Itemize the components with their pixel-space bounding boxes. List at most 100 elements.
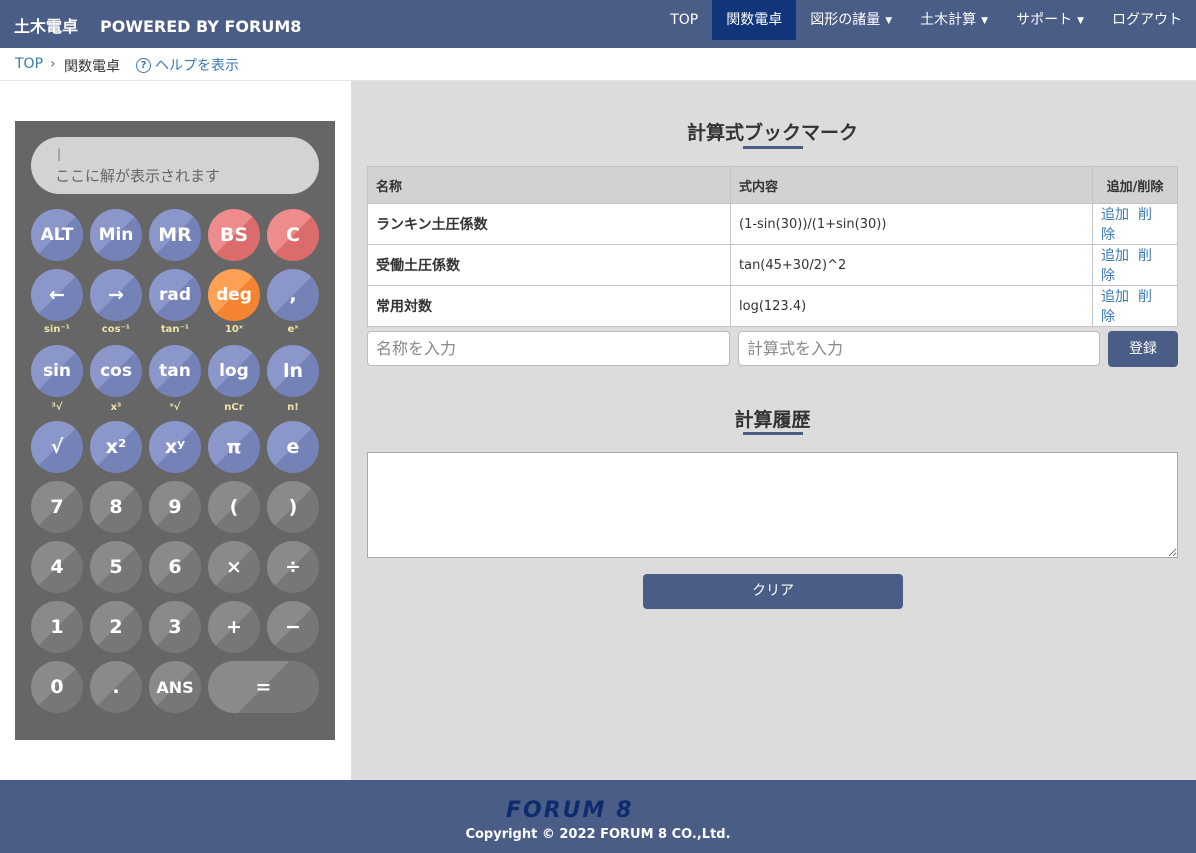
divide-key[interactable]: ÷ [267, 541, 319, 593]
add-link[interactable]: 追加 [1101, 289, 1129, 305]
bookmark-actions: 追加 削除 [1092, 285, 1178, 327]
power-key[interactable]: xʸ [149, 421, 201, 473]
bookmark-name-input[interactable] [367, 331, 730, 366]
bookmark-expression: (1-sin(30))/(1+sin(30)) [730, 203, 1093, 245]
nav-support-label: サポート [1016, 12, 1073, 28]
copyright: Copyright © 2022 FORUM 8 CO.,Ltd. [465, 827, 731, 842]
sin-key[interactable]: sin [31, 345, 83, 397]
sqrt-key[interactable]: √ [31, 421, 83, 473]
digit-1-key[interactable]: 1 [31, 601, 83, 653]
display-placeholder: ここに解が表示されます [55, 167, 221, 185]
breadcrumb-home[interactable]: TOP [15, 56, 43, 72]
digit-7-key[interactable]: 7 [31, 481, 83, 533]
table-row: 受働土圧係数 tan(45+30/2)^2 追加 削除 [367, 244, 1178, 286]
nav-logout[interactable]: ログアウト [1098, 0, 1196, 40]
nav-menu: TOP 関数電卓 図形の諸量 ▼ 土木計算 ▼ サポート ▼ ログアウト [656, 0, 1196, 40]
pi-key[interactable]: π [208, 421, 260, 473]
nav-civil-calc-label: 土木計算 [920, 12, 977, 28]
close-paren-key[interactable]: ) [267, 481, 319, 533]
digit-4-key[interactable]: 4 [31, 541, 83, 593]
rad-key[interactable]: rad [149, 269, 201, 321]
open-paren-key[interactable]: ( [208, 481, 260, 533]
clear-key[interactable]: C [267, 209, 319, 261]
digit-5-key[interactable]: 5 [90, 541, 142, 593]
bookmark-table-header: 名称 式内容 追加/削除 [367, 166, 1178, 204]
alt-function-label: n! [287, 402, 299, 413]
alt-function-label: tan⁻¹ [160, 324, 190, 335]
digit-0-key[interactable]: 0 [31, 661, 83, 713]
nav-top[interactable]: TOP [656, 0, 712, 40]
nav-shape-properties[interactable]: 図形の諸量 ▼ [796, 0, 906, 40]
caret-down-icon: ▼ [981, 16, 989, 26]
nav-civil-calc[interactable]: 土木計算 ▼ [906, 0, 1002, 40]
bookmark-expression: tan(45+30/2)^2 [730, 244, 1093, 286]
bookmark-expression-input[interactable] [738, 331, 1100, 366]
help-link-label: ヘルプを表示 [155, 58, 239, 74]
question-circle-icon: ? [136, 57, 151, 73]
cos-key[interactable]: cos [90, 345, 142, 397]
alt-function-label: eˣ [287, 324, 299, 335]
plus-key[interactable]: + [208, 601, 260, 653]
tan-key[interactable]: tan [149, 345, 201, 397]
help-link[interactable]: ? ヘルプを表示 [136, 55, 239, 75]
bookmark-name: 受働土圧係数 [367, 244, 731, 286]
square-key[interactable]: x² [90, 421, 142, 473]
memory-recall-key[interactable]: MR [149, 209, 201, 261]
cursor-right-key[interactable]: → [90, 269, 142, 321]
nav-shape-properties-label: 図形の諸量 [810, 12, 881, 28]
log-key[interactable]: log [208, 345, 260, 397]
equals-key[interactable]: = [208, 661, 319, 713]
e-key[interactable]: e [267, 421, 319, 473]
register-button[interactable]: 登録 [1108, 331, 1178, 367]
col-expression: 式内容 [730, 166, 1093, 204]
decimal-key[interactable]: . [90, 661, 142, 713]
footer: FORUM 8 Copyright © 2022 FORUM 8 CO.,Ltd… [0, 780, 1196, 853]
top-navbar: 土木電卓 POWERED BY FORUM8 TOP 関数電卓 図形の諸量 ▼ 土木… [0, 0, 1196, 48]
alt-function-label: cos⁻¹ [101, 324, 131, 335]
add-link[interactable]: 追加 [1101, 248, 1129, 264]
history-title-underline [743, 432, 803, 435]
backspace-key[interactable]: BS [208, 209, 260, 261]
breadcrumb: TOP › 関数電卓 ? ヘルプを表示 [0, 48, 1196, 81]
calculator-display[interactable]: | ここに解が表示されます [31, 137, 319, 194]
alt-function-label: 10ˣ [224, 324, 244, 335]
bookmark-expression: log(123.4) [730, 285, 1093, 327]
add-link[interactable]: 追加 [1101, 207, 1129, 223]
col-actions: 追加/削除 [1092, 166, 1178, 204]
table-row: 常用対数 log(123.4) 追加 削除 [367, 285, 1178, 327]
bookmark-name: ランキン土圧係数 [367, 203, 731, 245]
display-cursor: | [57, 147, 62, 161]
bookmark-name: 常用対数 [367, 285, 731, 327]
clear-button[interactable]: クリア [643, 574, 903, 609]
digit-8-key[interactable]: 8 [90, 481, 142, 533]
alt-function-label: ˣ√ [169, 402, 181, 413]
digit-6-key[interactable]: 6 [149, 541, 201, 593]
memory-in-key[interactable]: Min [90, 209, 142, 261]
nav-support[interactable]: サポート ▼ [1002, 0, 1098, 40]
brand-title[interactable]: 土木電卓 [14, 17, 78, 36]
nav-function-calculator[interactable]: 関数電卓 [712, 0, 797, 40]
bookmark-title: 計算式ブックマーク [686, 122, 858, 144]
cursor-left-key[interactable]: ← [31, 269, 83, 321]
comma-key[interactable]: , [267, 269, 319, 321]
ln-key[interactable]: ln [267, 345, 319, 397]
alt-function-label: sin⁻¹ [43, 324, 71, 335]
breadcrumb-separator: › [50, 56, 56, 72]
nav-function-calculator-label: 関数電卓 [726, 12, 783, 28]
forum8-logo[interactable]: FORUM 8 [506, 798, 633, 823]
answer-key[interactable]: ANS [149, 661, 201, 713]
calculator: | ここに解が表示されます ALT Min MR BS C ← → rad deg, sin cos… [15, 121, 335, 740]
brand-subtitle: POWERED BY FORUM8 [100, 17, 302, 36]
deg-key[interactable]: deg [208, 269, 260, 321]
brand[interactable]: 土木電卓 POWERED BY FORUM8 [14, 13, 301, 37]
digit-9-key[interactable]: 9 [149, 481, 201, 533]
alt-key[interactable]: ALT [31, 209, 83, 261]
minus-key[interactable]: − [267, 601, 319, 653]
multiply-key[interactable]: × [208, 541, 260, 593]
bookmark-actions: 追加 削除 [1092, 203, 1178, 245]
breadcrumb-current: 関数電卓 [64, 59, 120, 75]
history-textarea[interactable] [367, 452, 1178, 558]
digit-2-key[interactable]: 2 [90, 601, 142, 653]
digit-3-key[interactable]: 3 [149, 601, 201, 653]
col-name: 名称 [367, 166, 731, 204]
